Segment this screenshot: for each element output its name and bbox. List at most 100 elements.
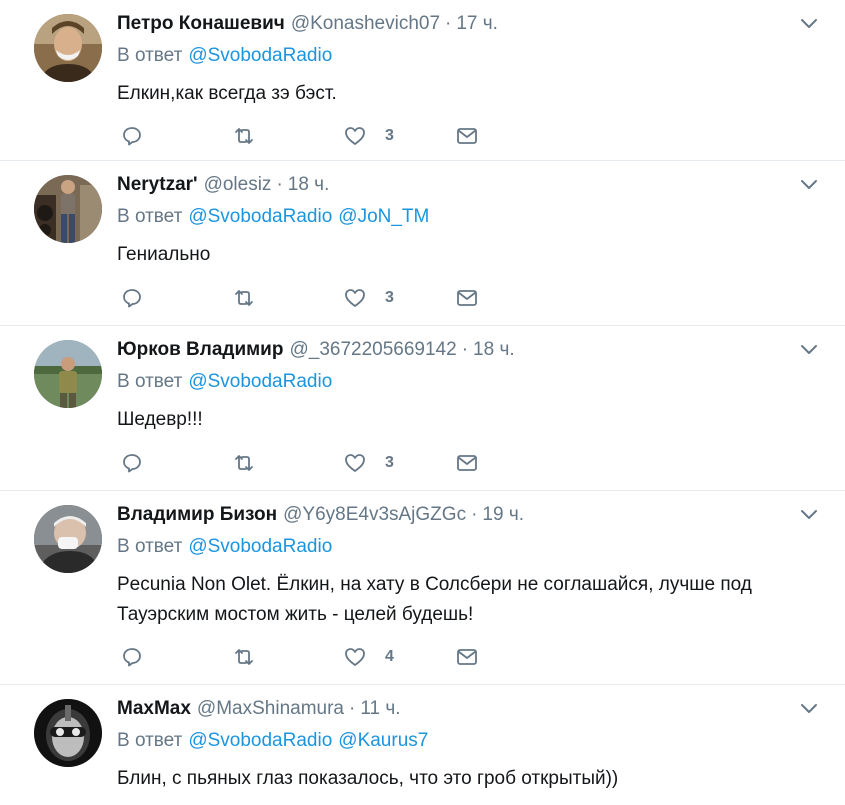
- heart-icon: [345, 454, 365, 472]
- tweet-actions: 4: [117, 645, 497, 669]
- author-name[interactable]: Юрков Владимир: [117, 339, 283, 360]
- retweet-button[interactable]: [232, 645, 256, 669]
- retweet-button[interactable]: [232, 451, 256, 475]
- reply-button[interactable]: [120, 286, 144, 310]
- like-button[interactable]: 3: [343, 451, 394, 475]
- mention-link[interactable]: @Kaurus7: [338, 730, 428, 751]
- direct-message-button[interactable]: [455, 645, 479, 669]
- mention-link[interactable]: @SvobodaRadio: [188, 536, 332, 557]
- envelope-icon: [457, 649, 477, 665]
- tweet-text: Блин, с пьяных глаз показалось, что это …: [117, 768, 619, 789]
- separator-dot: ·: [445, 13, 452, 34]
- mention-link[interactable]: @JoN_TM: [338, 206, 429, 227]
- reply-button[interactable]: [120, 124, 144, 148]
- author-handle[interactable]: @olesiz: [204, 174, 272, 195]
- retweet-button[interactable]: [232, 124, 256, 148]
- tweet[interactable]: Юрков Владимир @_3672205669142 · 18 ч. В от…: [0, 326, 845, 491]
- reply-context: В ответ @SvobodaRadio @JoN_TM: [117, 206, 429, 228]
- retweet-icon: [235, 649, 253, 665]
- avatar[interactable]: [34, 699, 102, 767]
- chevron-down-icon[interactable]: [799, 699, 819, 719]
- reply-icon: [123, 648, 141, 667]
- author-handle[interactable]: @Y6y8E4v3sAjGZGc: [283, 504, 466, 525]
- avatar[interactable]: [34, 340, 102, 408]
- avatar[interactable]: [34, 14, 102, 82]
- separator-dot: ·: [349, 698, 356, 719]
- heart-icon: [345, 648, 365, 666]
- reply-icon: [123, 127, 141, 146]
- separator-dot: ·: [461, 339, 469, 360]
- like-count: 3: [385, 127, 394, 144]
- chevron-down-icon[interactable]: [799, 175, 819, 195]
- like-button[interactable]: 3: [343, 124, 394, 148]
- retweet-icon: [235, 455, 253, 471]
- like-count: 3: [385, 454, 394, 471]
- portrait-avatar-icon: [34, 14, 102, 82]
- timestamp[interactable]: 17 ч.: [456, 13, 498, 34]
- tweet-text: Шедевр!!!: [117, 409, 203, 430]
- timestamp[interactable]: 18 ч.: [473, 339, 515, 360]
- mention-link[interactable]: @SvobodaRadio: [188, 371, 332, 392]
- retweet-button[interactable]: [232, 286, 256, 310]
- tweet-actions: 3: [117, 124, 497, 148]
- tweet-text: Pecunia Non Olet. Ёлкин, на хату в Солсб…: [117, 574, 752, 625]
- timestamp[interactable]: 19 ч.: [482, 504, 524, 525]
- tweet[interactable]: MaxMax @MaxShinamura · 11 ч. В ответ @Svobod…: [0, 685, 845, 805]
- author-name[interactable]: Nerytzar': [117, 174, 198, 195]
- tweet-text: Елкин,как всегда зэ бэст.: [117, 83, 337, 104]
- tweet[interactable]: Nerytzar' @olesiz · 18 ч. В ответ @SvobodaRa…: [0, 161, 845, 326]
- author-name[interactable]: MaxMax: [117, 698, 191, 719]
- reply-prefix: В ответ: [117, 45, 183, 66]
- chevron-down-icon[interactable]: [799, 14, 819, 34]
- reply-prefix: В ответ: [117, 371, 183, 392]
- heart-icon: [345, 289, 365, 307]
- envelope-icon: [457, 128, 477, 144]
- timestamp[interactable]: 11 ч.: [360, 698, 400, 719]
- retweet-icon: [235, 290, 253, 306]
- avatar[interactable]: [34, 505, 102, 573]
- author-handle[interactable]: @_3672205669142: [289, 339, 456, 360]
- reply-button[interactable]: [120, 451, 144, 475]
- mention-link[interactable]: @SvobodaRadio: [188, 45, 332, 66]
- envelope-icon: [457, 455, 477, 471]
- like-count: 3: [385, 289, 394, 306]
- tweet[interactable]: Владимир Бизон @Y6y8E4v3sAjGZGc · 19 ч. В о…: [0, 491, 845, 685]
- reply-button[interactable]: [120, 645, 144, 669]
- photo-avatar-icon: [34, 505, 102, 573]
- author-name[interactable]: Петро Конашевич: [117, 13, 285, 34]
- chevron-down-icon[interactable]: [799, 505, 819, 525]
- direct-message-button[interactable]: [455, 451, 479, 475]
- envelope-icon: [457, 290, 477, 306]
- photo-avatar-icon: [34, 699, 102, 767]
- separator-dot: ·: [471, 504, 478, 525]
- tweet-actions: 3: [117, 286, 497, 310]
- direct-message-button[interactable]: [455, 286, 479, 310]
- reply-prefix: В ответ: [117, 206, 183, 227]
- timestamp[interactable]: 18 ч.: [288, 174, 330, 195]
- author-name[interactable]: Владимир Бизон: [117, 504, 277, 525]
- heart-icon: [345, 127, 365, 145]
- like-button[interactable]: 3: [343, 286, 394, 310]
- mention-link[interactable]: @SvobodaRadio: [188, 206, 332, 227]
- reply-context: В ответ @SvobodaRadio: [117, 45, 332, 67]
- reply-icon: [123, 289, 141, 308]
- like-count: 4: [385, 648, 394, 665]
- author-handle[interactable]: @MaxShinamura: [197, 698, 344, 719]
- tweet[interactable]: Петро Конашевич @Konashevich07 · 17 ч. В от…: [0, 0, 845, 161]
- mention-link[interactable]: @SvobodaRadio: [188, 730, 332, 751]
- reply-icon: [123, 454, 141, 473]
- avatar[interactable]: [34, 175, 102, 243]
- tweet-text: Гениально: [117, 244, 211, 265]
- reply-context: В ответ @SvobodaRadio @Kaurus7: [117, 730, 428, 752]
- like-button[interactable]: 4: [343, 645, 394, 669]
- reply-context: В ответ @SvobodaRadio: [117, 371, 332, 393]
- reply-context: В ответ @SvobodaRadio: [117, 536, 332, 558]
- reply-prefix: В ответ: [117, 536, 183, 557]
- photo-avatar-icon: [34, 175, 102, 243]
- separator-dot: ·: [276, 174, 283, 195]
- reply-prefix: В ответ: [117, 730, 183, 751]
- direct-message-button[interactable]: [455, 124, 479, 148]
- chevron-down-icon[interactable]: [799, 340, 819, 360]
- author-handle[interactable]: @Konashevich07: [291, 13, 440, 34]
- tweet-actions: 3: [117, 451, 497, 475]
